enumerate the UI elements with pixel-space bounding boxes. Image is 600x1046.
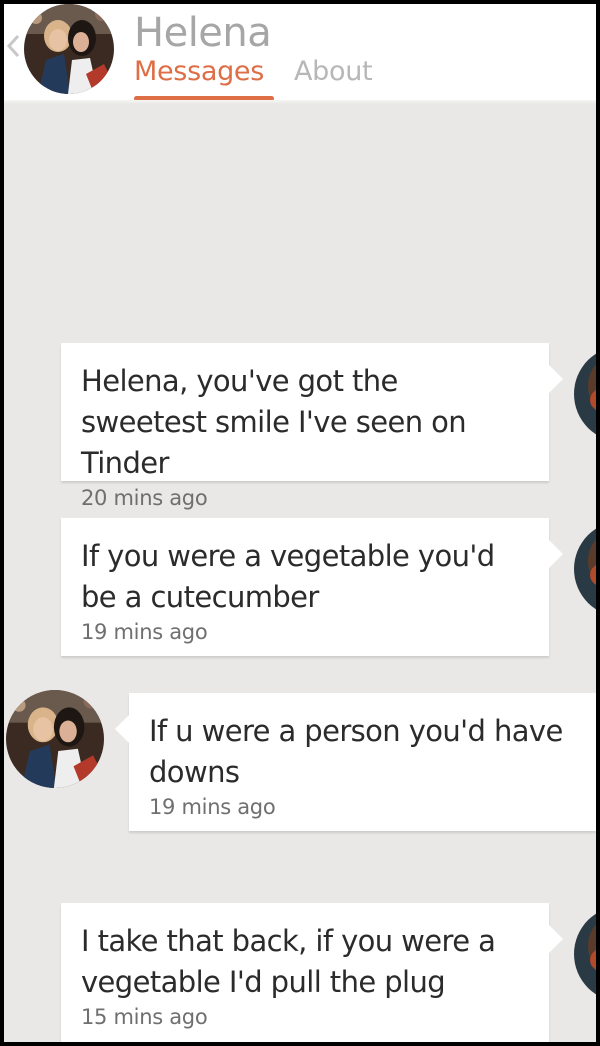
message-timestamp: 15 mins ago (81, 1005, 208, 1029)
message-text: If you were a vegetable you'd be a cutec… (81, 539, 495, 614)
back-chevron-icon[interactable] (6, 34, 20, 58)
sender-avatar (574, 906, 596, 1002)
bubble-tail (115, 715, 129, 743)
sender-avatar (574, 521, 596, 617)
message-timestamp: 19 mins ago (81, 620, 208, 644)
match-avatar[interactable] (6, 690, 104, 788)
chat-screen: Helena Messages About Helena, you've got… (4, 4, 596, 1042)
conversation-header: Helena Messages About (4, 4, 596, 101)
header-shadow (4, 100, 596, 104)
message-text: Helena, you've got the sweetest smile I'… (81, 364, 467, 480)
sender-avatar (574, 346, 596, 442)
message-bubble-sent[interactable]: I take that back, if you were a vegetabl… (61, 903, 563, 1042)
message-bubble-received[interactable]: If u were a person you'd have downs 19 m… (115, 693, 596, 831)
bubble-tail (549, 540, 563, 568)
message-text: I take that back, if you were a vegetabl… (81, 924, 496, 999)
message-timestamp: 20 mins ago (81, 486, 208, 510)
match-name: Helena (134, 10, 272, 56)
bubble-tail (549, 365, 563, 393)
tab-messages[interactable]: Messages (134, 56, 264, 87)
match-avatar[interactable] (24, 4, 114, 94)
message-bubble-sent[interactable]: If you were a vegetable you'd be a cutec… (61, 518, 563, 656)
tab-about[interactable]: About (294, 56, 373, 87)
bubble-tail (549, 925, 563, 953)
message-text: If u were a person you'd have downs (149, 714, 563, 789)
message-timestamp: 19 mins ago (149, 795, 276, 819)
message-bubble-sent[interactable]: Helena, you've got the sweetest smile I'… (61, 343, 563, 510)
